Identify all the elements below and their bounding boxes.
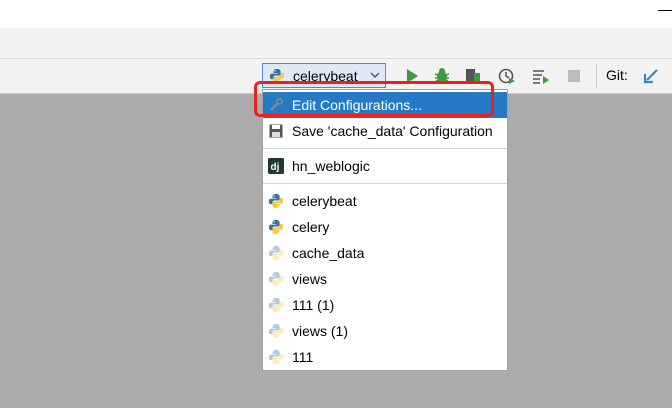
save-configuration-item[interactable]: Save 'cache_data' Configuration: [263, 118, 507, 144]
python-temporary-icon: [268, 297, 284, 313]
config-item-views-1[interactable]: views (1): [263, 318, 507, 344]
git-label: Git:: [606, 67, 628, 83]
profile-icon[interactable]: [497, 66, 517, 86]
wrench-icon: [270, 98, 283, 111]
window-edge-line: [658, 10, 672, 11]
run-icon[interactable]: [402, 66, 422, 86]
run-with-coverage-icon[interactable]: [463, 66, 483, 86]
python-icon: [268, 220, 284, 234]
title-bar: [0, 0, 672, 28]
menu-bar: [0, 28, 672, 59]
git-update-icon[interactable]: [641, 66, 661, 86]
svg-text:dj: dj: [271, 162, 280, 173]
python-temporary-icon: [268, 349, 284, 365]
config-item-views[interactable]: views: [263, 266, 507, 292]
python-temporary-icon: [268, 245, 284, 261]
python-icon: [269, 68, 285, 83]
config-label: cache_data: [292, 245, 365, 261]
run-configurations-popup: Edit Configurations... Save 'cache_data'…: [262, 89, 508, 371]
config-label: views (1): [292, 323, 349, 339]
django-config-label: hn_weblogic: [292, 158, 370, 174]
save-configuration-label: Save 'cache_data' Configuration: [292, 123, 493, 139]
popup-divider: [263, 148, 507, 149]
config-label: 111: [292, 349, 314, 365]
edit-configurations-label: Edit Configurations...: [292, 97, 422, 113]
config-item-111[interactable]: 111: [263, 344, 507, 370]
debug-icon[interactable]: [432, 66, 452, 86]
python-icon: [268, 194, 284, 208]
run-configuration-selector[interactable]: celerybeat: [262, 63, 386, 88]
toolbar-separator: [596, 64, 597, 88]
python-temporary-icon: [268, 323, 284, 339]
python-temporary-icon: [268, 271, 284, 287]
config-item-cache-data[interactable]: cache_data: [263, 240, 507, 266]
config-item-celery[interactable]: celery: [263, 214, 507, 240]
config-label: celery: [292, 219, 330, 235]
chevron-down-icon: [370, 72, 380, 78]
config-label: 111 (1): [292, 297, 335, 313]
django-icon: dj: [268, 158, 284, 174]
config-item-111-1[interactable]: 111 (1): [263, 292, 507, 318]
edit-configurations-item[interactable]: Edit Configurations...: [263, 92, 507, 118]
config-item-celerybeat[interactable]: celerybeat: [263, 188, 507, 214]
config-label: celerybeat: [292, 193, 357, 209]
popup-divider: [263, 183, 507, 184]
config-label: views: [292, 271, 328, 287]
run-configuration-label: celerybeat: [293, 67, 358, 84]
django-config-item[interactable]: dj hn_weblogic: [263, 153, 507, 179]
run-concurrency-icon[interactable]: [531, 66, 551, 86]
save-icon: [269, 124, 283, 138]
stop-icon[interactable]: [564, 66, 584, 86]
